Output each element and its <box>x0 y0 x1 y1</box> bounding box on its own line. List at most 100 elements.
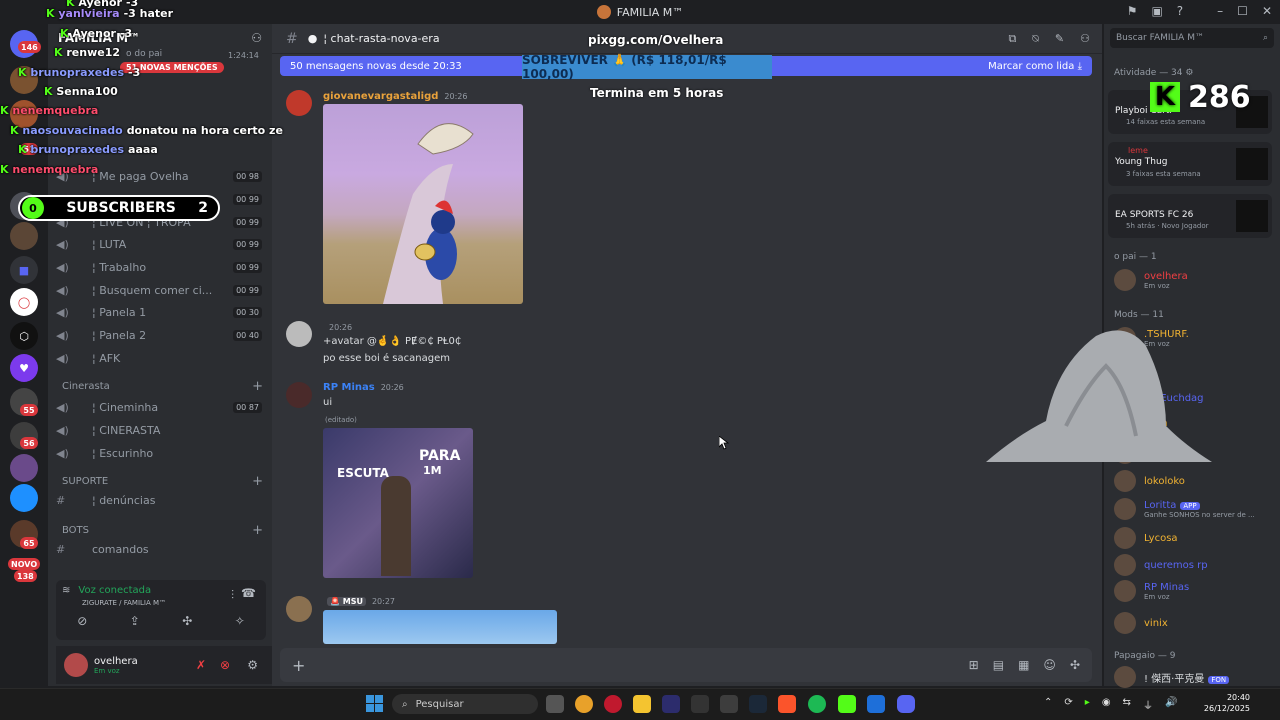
gift-icon[interactable]: ⊞ <box>969 658 979 672</box>
voice-channel-row[interactable]: ◀) ¦ Escurinho <box>56 443 266 463</box>
message-composer[interactable]: + ⊞ ▤ ▦ ☺ ✣ <box>280 648 1092 682</box>
message-author[interactable]: RP Minas 20:26 <box>323 382 404 393</box>
minimize-icon[interactable]: – <box>1217 4 1223 18</box>
add-channel-icon[interactable]: + <box>252 379 263 394</box>
category-suporte[interactable]: SUPORTE + <box>62 473 267 489</box>
voice-channel[interactable]: ZIGURATE / FAMILIA M™ <box>82 599 166 607</box>
message-image[interactable] <box>323 104 523 304</box>
screen-share-icon[interactable]: ⇪ <box>130 614 140 628</box>
gif-icon[interactable]: ▤ <box>993 658 1004 672</box>
add-member-icon[interactable]: ⚇ <box>251 31 262 45</box>
voice-channel-row[interactable]: ◀) ¦ CINERASTA <box>56 420 266 440</box>
member-row[interactable]: RP Minas Em voz <box>1114 578 1274 604</box>
add-channel-icon[interactable]: + <box>252 474 263 489</box>
member-row[interactable]: Lycosa <box>1114 525 1274 551</box>
discord-icon[interactable] <box>897 695 915 713</box>
maximize-icon[interactable]: ☐ <box>1237 4 1248 18</box>
member-row[interactable]: queremos rp <box>1114 552 1274 578</box>
brave-icon[interactable] <box>778 695 796 713</box>
member-row[interactable]: ! 傑西·平克曼 FON <box>1114 664 1274 690</box>
play-icon[interactable]: ▸ <box>1085 697 1090 712</box>
close-icon[interactable]: ✕ <box>1262 4 1272 18</box>
category-cinerasta[interactable]: Cinerasta + <box>62 378 267 394</box>
avatar[interactable] <box>286 596 312 622</box>
app-icon[interactable] <box>867 695 885 713</box>
sticker-icon[interactable]: ▦ <box>1018 658 1029 672</box>
server-icon[interactable] <box>10 484 38 512</box>
opera-icon[interactable] <box>604 695 622 713</box>
spotify-icon[interactable] <box>808 695 826 713</box>
app-icon[interactable] <box>720 695 738 713</box>
activity-card[interactable]: EA SPORTS FC 26 5h atrás · Novo Jogador <box>1108 194 1272 238</box>
voice-channel-row[interactable]: ◀) ¦ Cineminha 00 87 <box>56 397 266 417</box>
voice-channel-row[interactable]: ◀) ¦ Panela 1 00 30 <box>56 302 266 322</box>
sync-icon[interactable]: ⟳ <box>1064 697 1072 712</box>
voice-channel-row[interactable]: ◀) ¦ Busquem comer ci... 00 99 <box>56 280 266 300</box>
category-bots[interactable]: BOTS + <box>62 522 267 538</box>
add-attachment-icon[interactable]: + <box>292 656 305 675</box>
apps-icon[interactable]: ✣ <box>1070 658 1080 672</box>
task-view-icon[interactable] <box>546 695 564 713</box>
avatar[interactable] <box>286 90 312 116</box>
text-channel-row[interactable]: # ¦ denúncias <box>56 490 266 510</box>
avatar[interactable] <box>64 653 88 677</box>
chrome-icon[interactable] <box>575 695 593 713</box>
activities-icon[interactable]: ✣ <box>182 614 192 628</box>
member-row[interactable]: vinix <box>1114 610 1274 636</box>
app-tray-icon[interactable]: ◉ <box>1102 697 1111 712</box>
message-author[interactable]: 20:26 <box>323 322 352 333</box>
mark-read-button[interactable]: Marcar como lida ⤓ <box>988 61 1082 72</box>
emoji-icon[interactable]: ☺ <box>1043 658 1056 672</box>
voice-channel-row[interactable]: ◀) ¦ Trabalho 00 99 <box>56 257 266 277</box>
usb-icon[interactable]: ⏚ <box>1143 697 1153 712</box>
server-icon[interactable] <box>10 454 38 482</box>
opera-icon[interactable]: ◯ <box>10 288 38 316</box>
voice-channel-row[interactable]: ◀) ¦ Panela 2 00 40 <box>56 325 266 345</box>
message-image[interactable] <box>323 610 557 644</box>
camera-off-icon[interactable]: ⊘ <box>77 614 87 628</box>
voice-channel-row[interactable]: ◀) ¦ AFK <box>56 348 266 368</box>
member-row[interactable]: Loritta APP Ganhe SONHOS no server de ... <box>1114 496 1274 522</box>
member-row[interactable]: ovelhera Em voz <box>1114 267 1274 293</box>
pin-icon[interactable]: ✎ <box>1055 32 1064 46</box>
mic-muted-icon[interactable]: ✗ <box>196 658 206 672</box>
app-icon[interactable] <box>662 695 680 713</box>
activity-card[interactable]: leme Young Thug 3 faixas esta semana <box>1108 142 1272 186</box>
avatar[interactable] <box>286 382 312 408</box>
add-channel-icon[interactable]: + <box>252 523 263 538</box>
kick-icon[interactable] <box>838 695 856 713</box>
file-explorer-icon[interactable] <box>633 695 651 713</box>
threads-icon[interactable]: ⧉ <box>1008 32 1016 46</box>
voice-channel-row[interactable]: ◀) ¦ LUTA 00 99 <box>56 234 266 254</box>
disconnect-icon[interactable]: ☎ <box>241 586 256 600</box>
arrows-icon[interactable]: ⇆ <box>1123 697 1131 712</box>
member-row[interactable]: lokoloko <box>1114 468 1274 494</box>
steam-icon[interactable] <box>749 695 767 713</box>
avatar[interactable] <box>286 321 312 347</box>
voice-user-row[interactable]: o do pai <box>126 49 162 59</box>
message-image[interactable]: ESCUTA PARA 1M <box>323 428 473 578</box>
chevron-up-icon[interactable]: ⌃ <box>1044 697 1052 712</box>
start-icon[interactable] <box>366 695 383 712</box>
monitor-icon[interactable]: ▣ <box>1151 4 1162 18</box>
search-input[interactable]: Buscar FAMILIA M™ ⌕ <box>1110 28 1274 48</box>
help-icon[interactable]: ? <box>1177 4 1183 18</box>
server-icon[interactable]: ⬡ <box>10 322 38 350</box>
soundboard-icon[interactable]: ⫶ <box>231 588 234 603</box>
inbox-icon[interactable]: ⚑ <box>1127 4 1138 18</box>
message-author[interactable]: 🚨 MSU 20:27 <box>323 596 395 607</box>
deafen-icon[interactable]: ⊗ <box>220 658 230 672</box>
folder-icon[interactable]: ■ <box>10 256 38 284</box>
effects-icon[interactable]: ✧ <box>235 614 245 628</box>
server-icon[interactable]: ♥ <box>10 354 38 382</box>
members-icon[interactable]: ⚇ <box>1080 32 1090 46</box>
notifications-off-icon[interactable]: ⍉ <box>1032 32 1039 46</box>
speaker-icon[interactable]: 🔊 <box>1165 697 1177 712</box>
server-icon[interactable] <box>10 222 38 250</box>
text-channel-row[interactable]: # comandos <box>56 539 266 559</box>
taskbar-clock[interactable]: 20:40 26/12/2025 <box>1200 692 1250 714</box>
obs-icon[interactable] <box>691 695 709 713</box>
settings-gear-icon[interactable]: ⚙ <box>247 658 258 672</box>
taskbar-search[interactable]: ⌕ Pesquisar <box>392 694 538 714</box>
message-author[interactable]: giovanevargastaligd 20:26 <box>323 91 467 102</box>
